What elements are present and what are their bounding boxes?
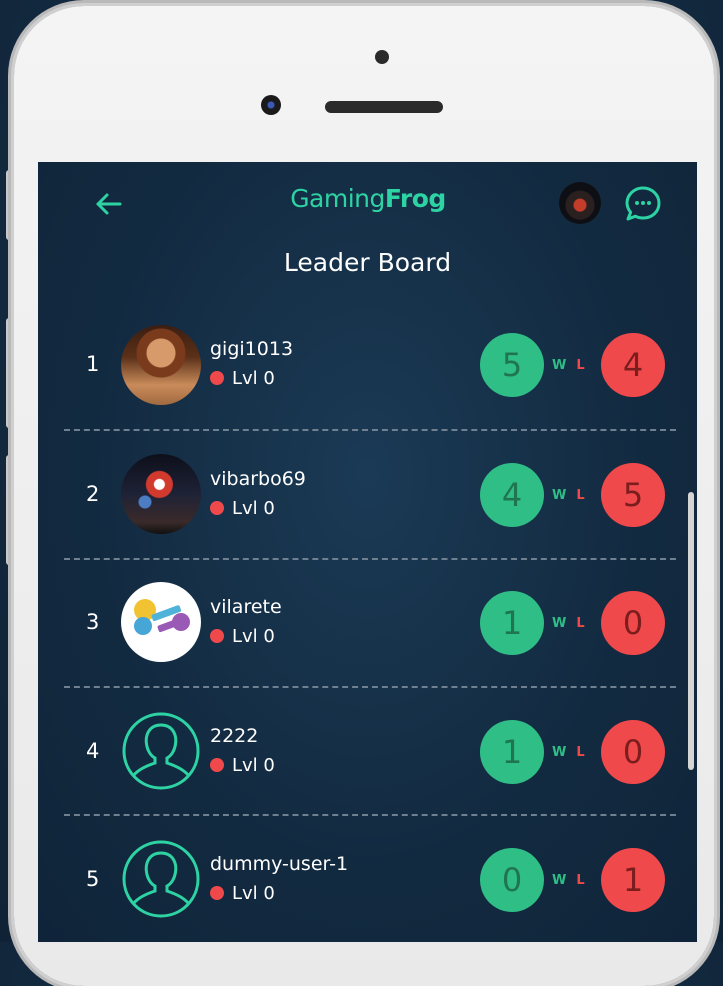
wins-badge: 1 [480,591,544,655]
player-level: Lvl 0 [210,626,275,647]
wins-badge: 4 [480,463,544,527]
row-divider [64,686,676,688]
leaderboard-row[interactable]: 4 2222 Lvl 0 1 WL 0 [38,689,697,817]
player-avatar [121,582,201,662]
phone-sensor [375,50,389,64]
level-indicator-dot [210,886,224,900]
page-title: Leader Board [283,248,452,277]
rank-number: 2 [86,482,100,506]
losses-badge: 0 [601,591,665,655]
phone-speaker [325,101,443,113]
level-text: Lvl 0 [232,368,275,389]
level-indicator-dot [210,758,224,772]
player-name: vilarete [210,596,282,618]
win-loss-label: WL [552,745,585,760]
loss-label: L [576,616,585,631]
player-level: Lvl 0 [210,883,275,904]
chat-bubble-icon[interactable] [623,184,663,224]
leaderboard-row[interactable]: 1 gigi1013 Lvl 0 5 WL 4 [38,302,697,430]
level-text: Lvl 0 [232,498,275,519]
player-level: Lvl 0 [210,498,275,519]
phone-side-button [6,170,14,240]
player-name: vibarbo69 [210,468,306,490]
player-level: Lvl 0 [210,368,275,389]
win-label: W [552,616,567,631]
win-label: W [552,745,567,760]
win-loss-label: WL [552,616,585,631]
losses-badge: 0 [601,720,665,784]
wins-badge: 0 [480,848,544,912]
losses-badge: 1 [601,848,665,912]
row-divider [64,429,676,431]
player-avatar [121,454,201,534]
level-indicator-dot [210,501,224,515]
user-outline-icon [122,840,200,918]
player-name: gigi1013 [210,338,294,360]
level-indicator-dot [210,629,224,643]
rank-number: 5 [86,867,100,891]
wins-badge: 1 [480,720,544,784]
phone-side-button [6,318,14,428]
level-text: Lvl 0 [232,755,275,776]
leaderboard-row[interactable]: 3 vilarete Lvl 0 1 WL 0 [38,560,697,688]
rank-number: 3 [86,610,100,634]
win-label: W [552,873,567,888]
app-screen: GamingFrog Leader Board 1 gigi1013 Lvl 0… [38,162,697,942]
scrollbar[interactable] [688,492,694,770]
level-text: Lvl 0 [232,626,275,647]
keys-picture [134,599,190,635]
win-label: W [552,488,567,503]
app-brand: GamingFrog [268,184,468,213]
loss-label: L [576,488,585,503]
back-arrow-icon[interactable] [90,186,126,222]
win-loss-label: WL [552,358,585,373]
phone-side-button [6,455,14,565]
leaderboard-row[interactable]: 2 vibarbo69 Lvl 0 4 WL 5 [38,432,697,560]
phone-camera [261,95,281,115]
rank-number: 4 [86,739,100,763]
loss-label: L [576,745,585,760]
profile-avatar[interactable] [559,182,601,224]
brand-light-text: Gaming [290,184,385,213]
wins-badge: 5 [480,333,544,397]
loss-label: L [576,873,585,888]
player-name: dummy-user-1 [210,853,349,875]
brand-bold-text: Frog [384,184,446,213]
rank-number: 1 [86,352,100,376]
player-level: Lvl 0 [210,755,275,776]
win-label: W [552,358,567,373]
leaderboard-row[interactable]: 5 dummy-user-1 Lvl 0 0 WL 1 [38,817,697,942]
losses-badge: 4 [601,333,665,397]
user-outline-icon [122,712,200,790]
loss-label: L [576,358,585,373]
win-loss-label: WL [552,873,585,888]
level-indicator-dot [210,371,224,385]
level-text: Lvl 0 [232,883,275,904]
losses-badge: 5 [601,463,665,527]
player-avatar [121,325,201,405]
row-divider [64,814,676,816]
win-loss-label: WL [552,488,585,503]
player-name: 2222 [210,725,259,747]
